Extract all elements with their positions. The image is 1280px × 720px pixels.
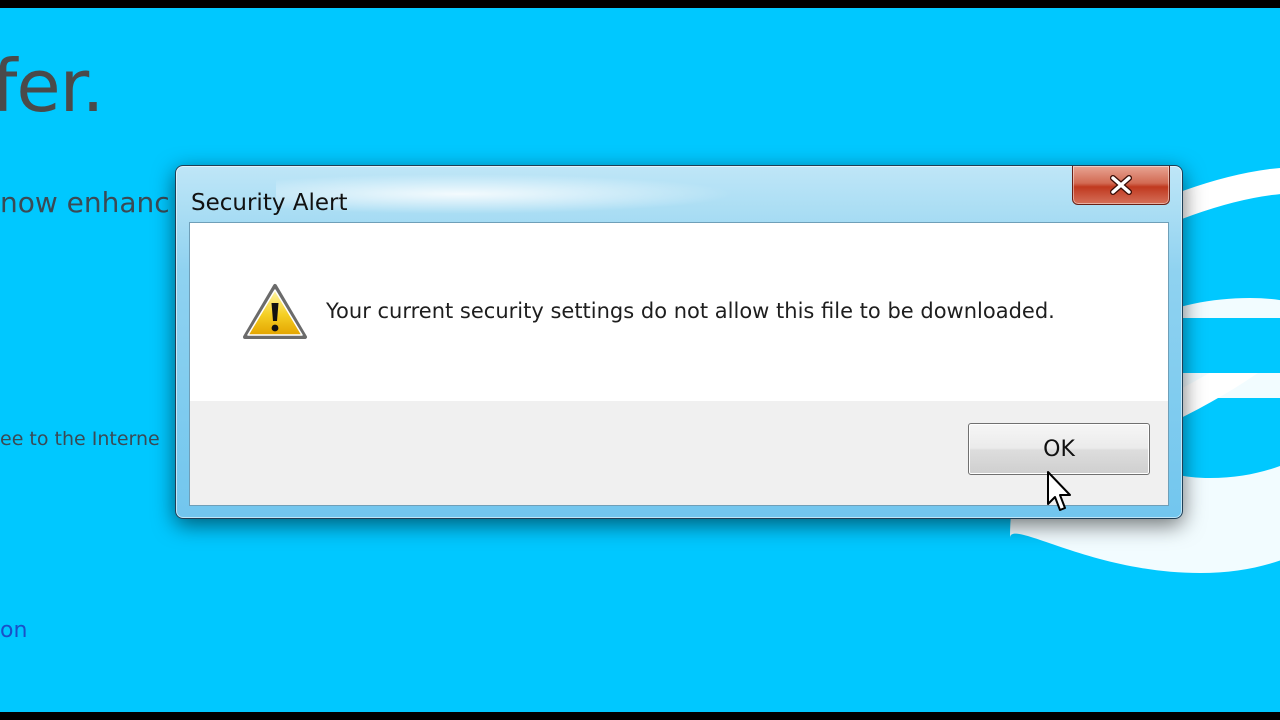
background-subtitle: now enhanc bbox=[0, 186, 170, 219]
background-link[interactable]: on bbox=[0, 618, 27, 643]
message-area: Your current security settings do not al… bbox=[190, 223, 1168, 401]
background-heading: fer. bbox=[0, 44, 105, 128]
dialog-client-area: Your current security settings do not al… bbox=[189, 222, 1169, 506]
dialog-title: Security Alert bbox=[191, 190, 348, 216]
ok-button[interactable]: OK bbox=[968, 423, 1150, 475]
close-button[interactable] bbox=[1072, 166, 1170, 205]
dialog-footer: OK bbox=[190, 401, 1168, 505]
warning-triangle-icon bbox=[242, 283, 308, 346]
alert-message: Your current security settings do not al… bbox=[326, 299, 1055, 323]
mouse-pointer-icon bbox=[1046, 470, 1074, 521]
close-icon bbox=[1109, 175, 1133, 195]
security-alert-dialog: Security Alert Your current security set… bbox=[175, 165, 1183, 519]
background-body-text: ee to the Interne bbox=[0, 428, 160, 450]
